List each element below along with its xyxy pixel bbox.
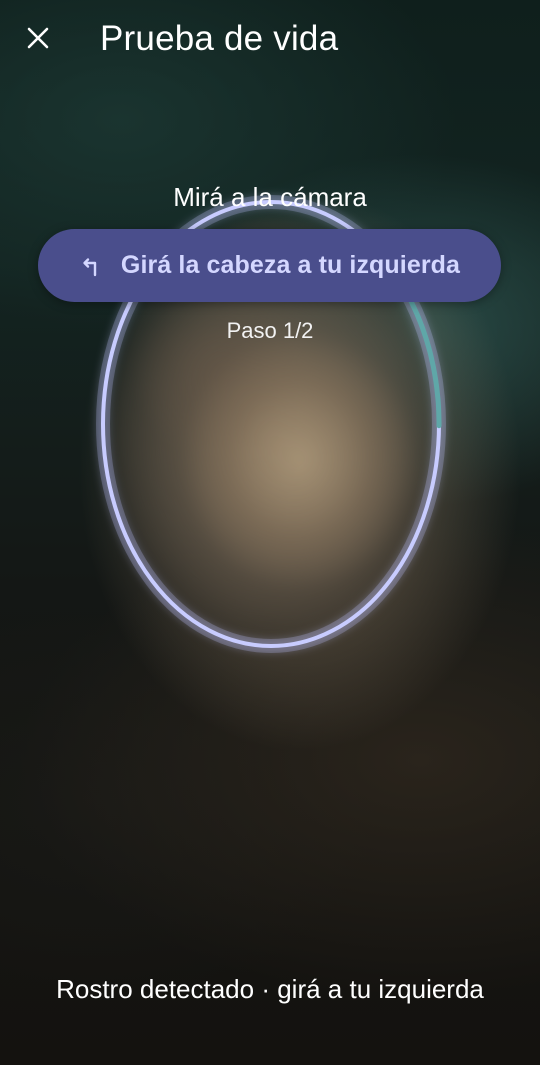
step-indicator: Paso 1/2 [226,318,314,343]
turn-left-arrow-icon [79,254,103,278]
status-message: Rostro detectado · girá a tu izquierda [56,974,484,1004]
instruction-text: Girá la cabeza a tu izquierda [120,251,461,279]
close-icon [27,27,49,49]
page-title: Prueba de vida [100,19,339,58]
close-button[interactable] [18,18,58,58]
instruction-banner: Girá la cabeza a tu izquierda [38,229,501,302]
look-at-camera-label: Mirá a la cámara [173,182,367,212]
